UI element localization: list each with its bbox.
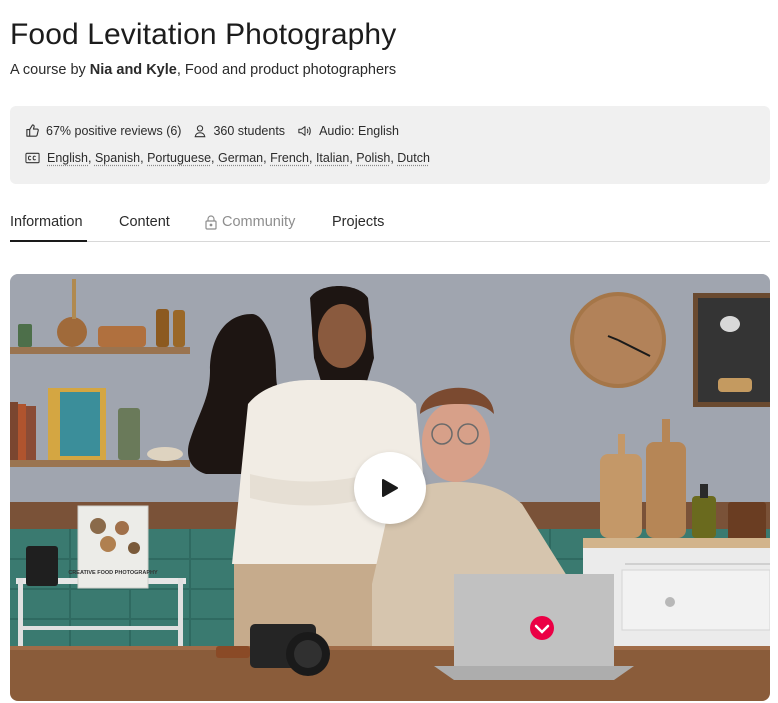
speaker-icon [298,125,311,136]
author-link[interactable]: Nia and Kyle [90,62,177,78]
subtitle-language[interactable]: Spanish, [95,151,147,165]
tab-projects[interactable]: Projects [332,214,384,242]
page-title: Food Levitation Photography [10,18,397,51]
audio-text: Audio: English [319,123,399,138]
tab-content[interactable]: Content [119,214,170,242]
subtitle-prefix: A course by [10,62,90,78]
course-video-player[interactable]: CREATIVE FOOD PHOTOGRAPHY [10,274,770,701]
play-icon [382,479,398,497]
subtitle-language[interactable]: Dutch [397,151,430,165]
user-icon [195,124,206,137]
play-button[interactable] [354,452,426,524]
course-tabs: Information Content Community Projects [10,214,770,242]
subtitles-row: English, Spanish, Portuguese, German, Fr… [25,151,430,165]
stats-row: 67% positive reviews (6) 360 students Au… [25,123,411,138]
reviews-stat: 67% positive reviews (6) [25,123,181,138]
reviews-text: 67% positive reviews (6) [46,123,182,138]
course-stats-box: 67% positive reviews (6) 360 students Au… [10,106,770,184]
thumbs-up-icon [26,124,39,137]
students-text: 360 students [213,123,286,138]
subtitle-language[interactable]: Italian, [316,151,356,165]
tab-information[interactable]: Information [10,214,87,242]
course-subtitle: A course by Nia and Kyle, Food and produ… [10,62,396,78]
students-stat: 360 students [193,124,285,138]
closed-captions-icon [25,152,40,164]
audio-stat: Audio: English [297,124,399,138]
lock-icon [205,215,217,230]
subtitle-language[interactable]: French, [270,151,316,165]
subtitle-language[interactable]: Polish, [356,151,397,165]
tab-community[interactable]: Community [205,214,295,242]
subtitle-suffix: , Food and product photographers [176,62,397,78]
subtitle-language[interactable]: Portuguese, [147,151,218,165]
subtitle-language[interactable]: German, [218,151,270,165]
book-cover-text: CREATIVE FOOD PHOTOGRAPHY [68,570,158,576]
subtitle-language[interactable]: English, [47,151,95,165]
